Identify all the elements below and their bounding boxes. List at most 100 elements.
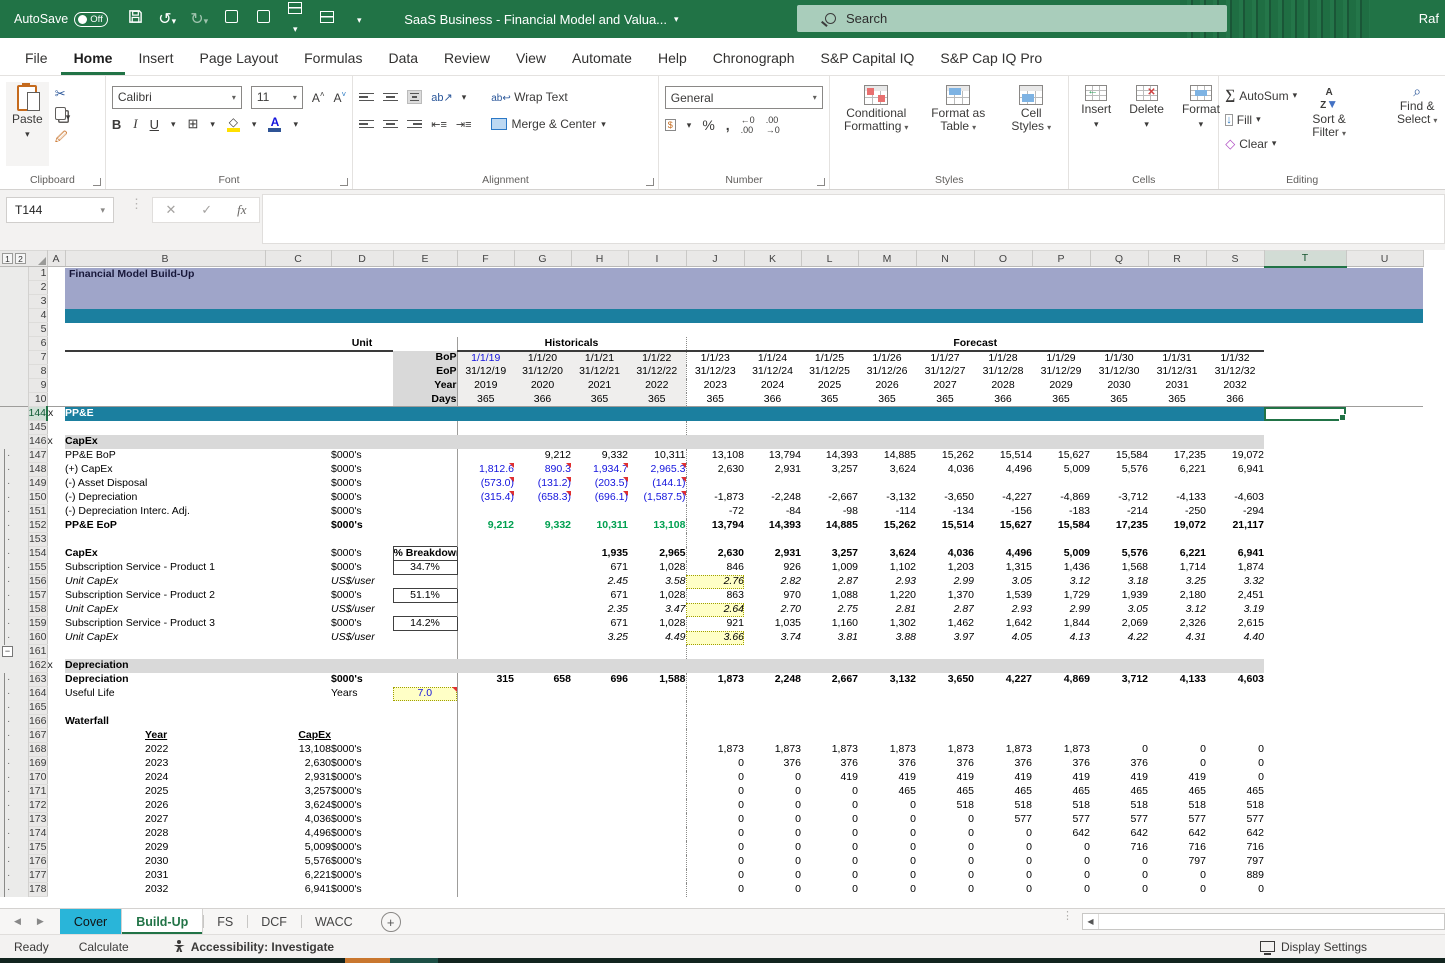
- cell[interactable]: 0: [1148, 883, 1206, 897]
- percent-style-icon[interactable]: %: [702, 117, 714, 133]
- cell[interactable]: [744, 715, 801, 729]
- cell[interactable]: PP&E EoP: [65, 519, 265, 533]
- cell[interactable]: [1346, 519, 1423, 533]
- cell[interactable]: x: [47, 435, 65, 449]
- comma-style-icon[interactable]: ,: [726, 117, 730, 133]
- outline-gutter[interactable]: ·: [0, 701, 28, 715]
- cell[interactable]: 2,630: [265, 757, 331, 771]
- cell[interactable]: (-) Depreciation: [65, 491, 265, 505]
- cell[interactable]: 0: [974, 827, 1032, 841]
- cell[interactable]: [801, 701, 858, 715]
- cell[interactable]: 2,180: [1148, 589, 1206, 603]
- cell[interactable]: [1090, 687, 1148, 701]
- outline-gutter[interactable]: ·: [0, 869, 28, 883]
- cell[interactable]: 2022: [65, 743, 265, 757]
- cell[interactable]: 2.93: [858, 575, 916, 589]
- outline-gutter[interactable]: ·: [0, 631, 28, 645]
- cell[interactable]: [916, 477, 974, 491]
- cell[interactable]: 1/1/24: [744, 351, 801, 365]
- cell[interactable]: [65, 309, 1423, 323]
- cell[interactable]: [514, 701, 571, 715]
- cell[interactable]: (658.3): [514, 491, 571, 505]
- cell[interactable]: 4.40: [1206, 631, 1264, 645]
- formula-input[interactable]: [262, 194, 1445, 244]
- cell[interactable]: 15,627: [974, 519, 1032, 533]
- cell[interactable]: $000's: [331, 757, 393, 771]
- cell[interactable]: 0: [916, 841, 974, 855]
- cell[interactable]: [457, 533, 514, 547]
- cell[interactable]: 465: [1148, 785, 1206, 799]
- row-number[interactable]: 149: [28, 477, 47, 491]
- cell[interactable]: Years: [331, 687, 393, 701]
- cell[interactable]: [571, 687, 628, 701]
- cell[interactable]: 1,873: [744, 743, 801, 757]
- cell[interactable]: [916, 533, 974, 547]
- cell[interactable]: [393, 855, 457, 869]
- cell[interactable]: 3,624: [265, 799, 331, 813]
- column-header-C[interactable]: C: [265, 251, 331, 267]
- format-painter-icon[interactable]: 🖉: [55, 128, 71, 149]
- cell[interactable]: 4,496: [265, 827, 331, 841]
- cell[interactable]: 1,935: [571, 547, 628, 561]
- autosum-button[interactable]: ∑ AutoSum▾: [1225, 86, 1297, 105]
- font-name-select[interactable]: Calibri: [112, 86, 242, 109]
- cell[interactable]: [1346, 449, 1423, 463]
- cell[interactable]: $000's: [331, 883, 393, 897]
- cell[interactable]: [393, 729, 457, 743]
- font-dialog-launcher-icon[interactable]: [340, 178, 348, 186]
- row-number[interactable]: 5: [28, 323, 47, 337]
- cell[interactable]: [265, 505, 331, 519]
- cell[interactable]: [514, 827, 571, 841]
- cell[interactable]: 1/1/21: [571, 351, 628, 365]
- outline-gutter[interactable]: [0, 351, 28, 365]
- sort-filter-button[interactable]: AZ▼ Sort & Filter: [1303, 82, 1355, 171]
- cell[interactable]: -183: [1032, 505, 1090, 519]
- cell[interactable]: 4,133: [1148, 673, 1206, 687]
- cell[interactable]: [1346, 379, 1423, 393]
- cell[interactable]: (696.1): [571, 491, 628, 505]
- column-header-A[interactable]: A: [47, 251, 65, 267]
- outline-gutter[interactable]: ·: [0, 785, 28, 799]
- cell[interactable]: 2027: [65, 813, 265, 827]
- cell[interactable]: 2019: [457, 379, 514, 393]
- cell[interactable]: [457, 743, 514, 757]
- cell[interactable]: 0: [686, 785, 744, 799]
- cell[interactable]: [1346, 575, 1423, 589]
- cell[interactable]: [65, 645, 265, 659]
- cell[interactable]: 2,965.3: [628, 463, 686, 477]
- sheet-nav-left-icon[interactable]: ◀: [14, 916, 21, 927]
- cell[interactable]: 2.93: [974, 603, 1032, 617]
- cell[interactable]: 671: [571, 589, 628, 603]
- cell[interactable]: [265, 603, 331, 617]
- cell[interactable]: 31/12/21: [571, 365, 628, 379]
- cell[interactable]: [1148, 701, 1206, 715]
- cell[interactable]: [1264, 827, 1346, 841]
- cell[interactable]: 4.49: [628, 631, 686, 645]
- cell[interactable]: [1346, 869, 1423, 883]
- cell[interactable]: 419: [1032, 771, 1090, 785]
- cell[interactable]: 2.99: [1032, 603, 1090, 617]
- cell[interactable]: 0: [916, 813, 974, 827]
- cell[interactable]: 2029: [65, 841, 265, 855]
- cell[interactable]: 1,873: [974, 743, 1032, 757]
- cell[interactable]: 376: [858, 757, 916, 771]
- cell[interactable]: (144.1): [628, 477, 686, 491]
- cell[interactable]: [47, 393, 65, 407]
- cell[interactable]: [457, 799, 514, 813]
- cell[interactable]: 15,514: [916, 519, 974, 533]
- cell[interactable]: [571, 729, 628, 743]
- cell[interactable]: [1264, 883, 1346, 897]
- cell[interactable]: [457, 841, 514, 855]
- cell[interactable]: [1346, 757, 1423, 771]
- cell[interactable]: [686, 421, 744, 435]
- cell[interactable]: 1,370: [916, 589, 974, 603]
- cell[interactable]: 419: [1090, 771, 1148, 785]
- cell[interactable]: 31/12/26: [858, 365, 916, 379]
- cell[interactable]: [265, 337, 331, 351]
- cell[interactable]: 1/1/31: [1148, 351, 1206, 365]
- cell[interactable]: [514, 589, 571, 603]
- cell[interactable]: 1,028: [628, 561, 686, 575]
- cell[interactable]: [331, 351, 393, 365]
- cut-icon[interactable]: ✂: [55, 86, 71, 102]
- cell[interactable]: x: [47, 407, 65, 421]
